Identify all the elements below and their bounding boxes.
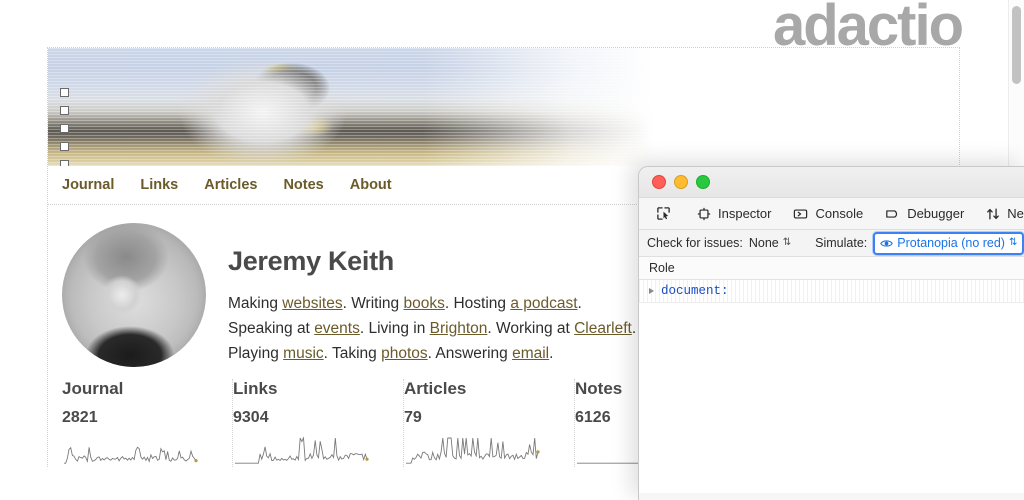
stat-sparkline	[233, 433, 373, 467]
eye-icon	[880, 238, 893, 249]
stat-sparkline	[62, 433, 202, 467]
console-icon	[793, 207, 808, 221]
bio-line: Playing music. Taking photos. Answering …	[228, 341, 636, 366]
bio-text: . Writing	[343, 295, 404, 312]
inspector-icon	[697, 207, 711, 221]
bio-text: . Living in	[360, 320, 430, 337]
bio-link[interactable]: a podcast	[510, 295, 577, 312]
tab-debugger-label: Debugger	[907, 206, 964, 221]
stat-count: 9304	[233, 409, 391, 427]
stat-column: Articles 79	[404, 379, 575, 467]
nav-link-articles[interactable]: Articles	[204, 177, 257, 193]
check-for-issues-value: None	[749, 236, 779, 250]
nav-link-about[interactable]: About	[350, 177, 392, 193]
bio-text: Playing	[228, 345, 283, 362]
tab-console-label: Console	[815, 206, 863, 221]
debugger-icon	[885, 207, 900, 221]
devtools-tabbar[interactable]: Inspector Console Debugger	[639, 198, 1024, 230]
bio-text: .	[578, 295, 582, 312]
network-icon	[986, 207, 1000, 221]
stepper-icon: ⇅	[783, 238, 791, 248]
screenshot-root: adactio Journal Links Articles Notes Abo…	[0, 0, 1024, 500]
nav-link-links[interactable]: Links	[140, 177, 178, 193]
zoom-button[interactable]	[696, 175, 710, 189]
devtools-panel-body	[639, 303, 1024, 493]
stat-column: Journal 2821	[62, 379, 233, 467]
accessibility-column-header: Role	[639, 257, 1024, 280]
tab-console[interactable]: Console	[782, 198, 874, 229]
bio-text: . Working at	[487, 320, 574, 337]
accessibility-tree-rows: document:	[639, 280, 1024, 303]
bio-text: . Taking	[324, 345, 381, 362]
chevron-right-icon[interactable]	[649, 288, 654, 294]
bio-text: .	[549, 345, 553, 362]
check-for-issues-select[interactable]: None ⇅	[749, 236, 791, 250]
tab-inspector-label: Inspector	[718, 206, 771, 221]
bio-text: .	[632, 320, 636, 337]
stat-label: Links	[233, 379, 391, 399]
tab-element-picker[interactable]	[647, 198, 680, 229]
devtools-toolbar: Check for issues: None ⇅ Simulate: Prota…	[639, 230, 1024, 257]
bio-link[interactable]: photos	[381, 345, 428, 362]
simulate-label: Simulate:	[815, 236, 867, 250]
close-button[interactable]	[652, 175, 666, 189]
stepper-icon: ⇅	[1009, 238, 1017, 248]
avatar	[62, 223, 206, 367]
bio-link[interactable]: events	[314, 320, 360, 337]
bio-text: . Answering	[428, 345, 512, 362]
bio-link[interactable]: Clearleft	[574, 320, 632, 337]
check-for-issues-label: Check for issues:	[647, 236, 743, 250]
table-row[interactable]: document:	[639, 280, 1024, 303]
column-header-role: Role	[649, 261, 675, 275]
header-banner	[48, 48, 959, 166]
bio-link[interactable]: Brighton	[430, 320, 488, 337]
stat-label: Journal	[62, 379, 220, 399]
tab-network-label: Network	[1007, 206, 1024, 221]
banner-marker-squares	[60, 88, 70, 166]
bio-paragraph: Making websites. Writing books. Hosting …	[228, 291, 636, 366]
bio-link[interactable]: email	[512, 345, 549, 362]
bio-text: Making	[228, 295, 282, 312]
bio-link[interactable]: books	[403, 295, 444, 312]
nav-link-notes[interactable]: Notes	[283, 177, 323, 193]
bio-text: Speaking at	[228, 320, 314, 337]
picker-icon	[656, 206, 671, 221]
stat-sparkline	[404, 433, 544, 467]
devtools-titlebar[interactable]	[639, 167, 1024, 198]
stat-label: Articles	[404, 379, 562, 399]
minimize-button[interactable]	[674, 175, 688, 189]
banner-image	[48, 48, 653, 166]
scrollbar-thumb[interactable]	[1012, 6, 1021, 84]
tab-debugger[interactable]: Debugger	[874, 198, 975, 229]
bio-text: . Hosting	[445, 295, 510, 312]
devtools-window: Inspector Console Debugger	[638, 166, 1024, 500]
bio-link[interactable]: music	[283, 345, 323, 362]
simulate-select[interactable]: Protanopia (no red) ⇅	[873, 232, 1024, 255]
bio-line: Making websites. Writing books. Hosting …	[228, 291, 636, 316]
tab-network[interactable]: Network	[975, 198, 1024, 229]
stat-count: 79	[404, 409, 562, 427]
about-text: Jeremy Keith Making websites. Writing bo…	[206, 223, 636, 367]
row-label: document:	[661, 284, 729, 298]
tab-inspector[interactable]: Inspector	[686, 198, 782, 229]
page-title: Jeremy Keith	[228, 247, 636, 277]
bio-line: Speaking at events. Living in Brighton. …	[228, 316, 636, 341]
bio-link[interactable]: websites	[282, 295, 342, 312]
stat-count: 2821	[62, 409, 220, 427]
nav-link-journal[interactable]: Journal	[62, 177, 114, 193]
simulate-value: Protanopia (no red)	[897, 236, 1005, 250]
stat-column: Links 9304	[233, 379, 404, 467]
